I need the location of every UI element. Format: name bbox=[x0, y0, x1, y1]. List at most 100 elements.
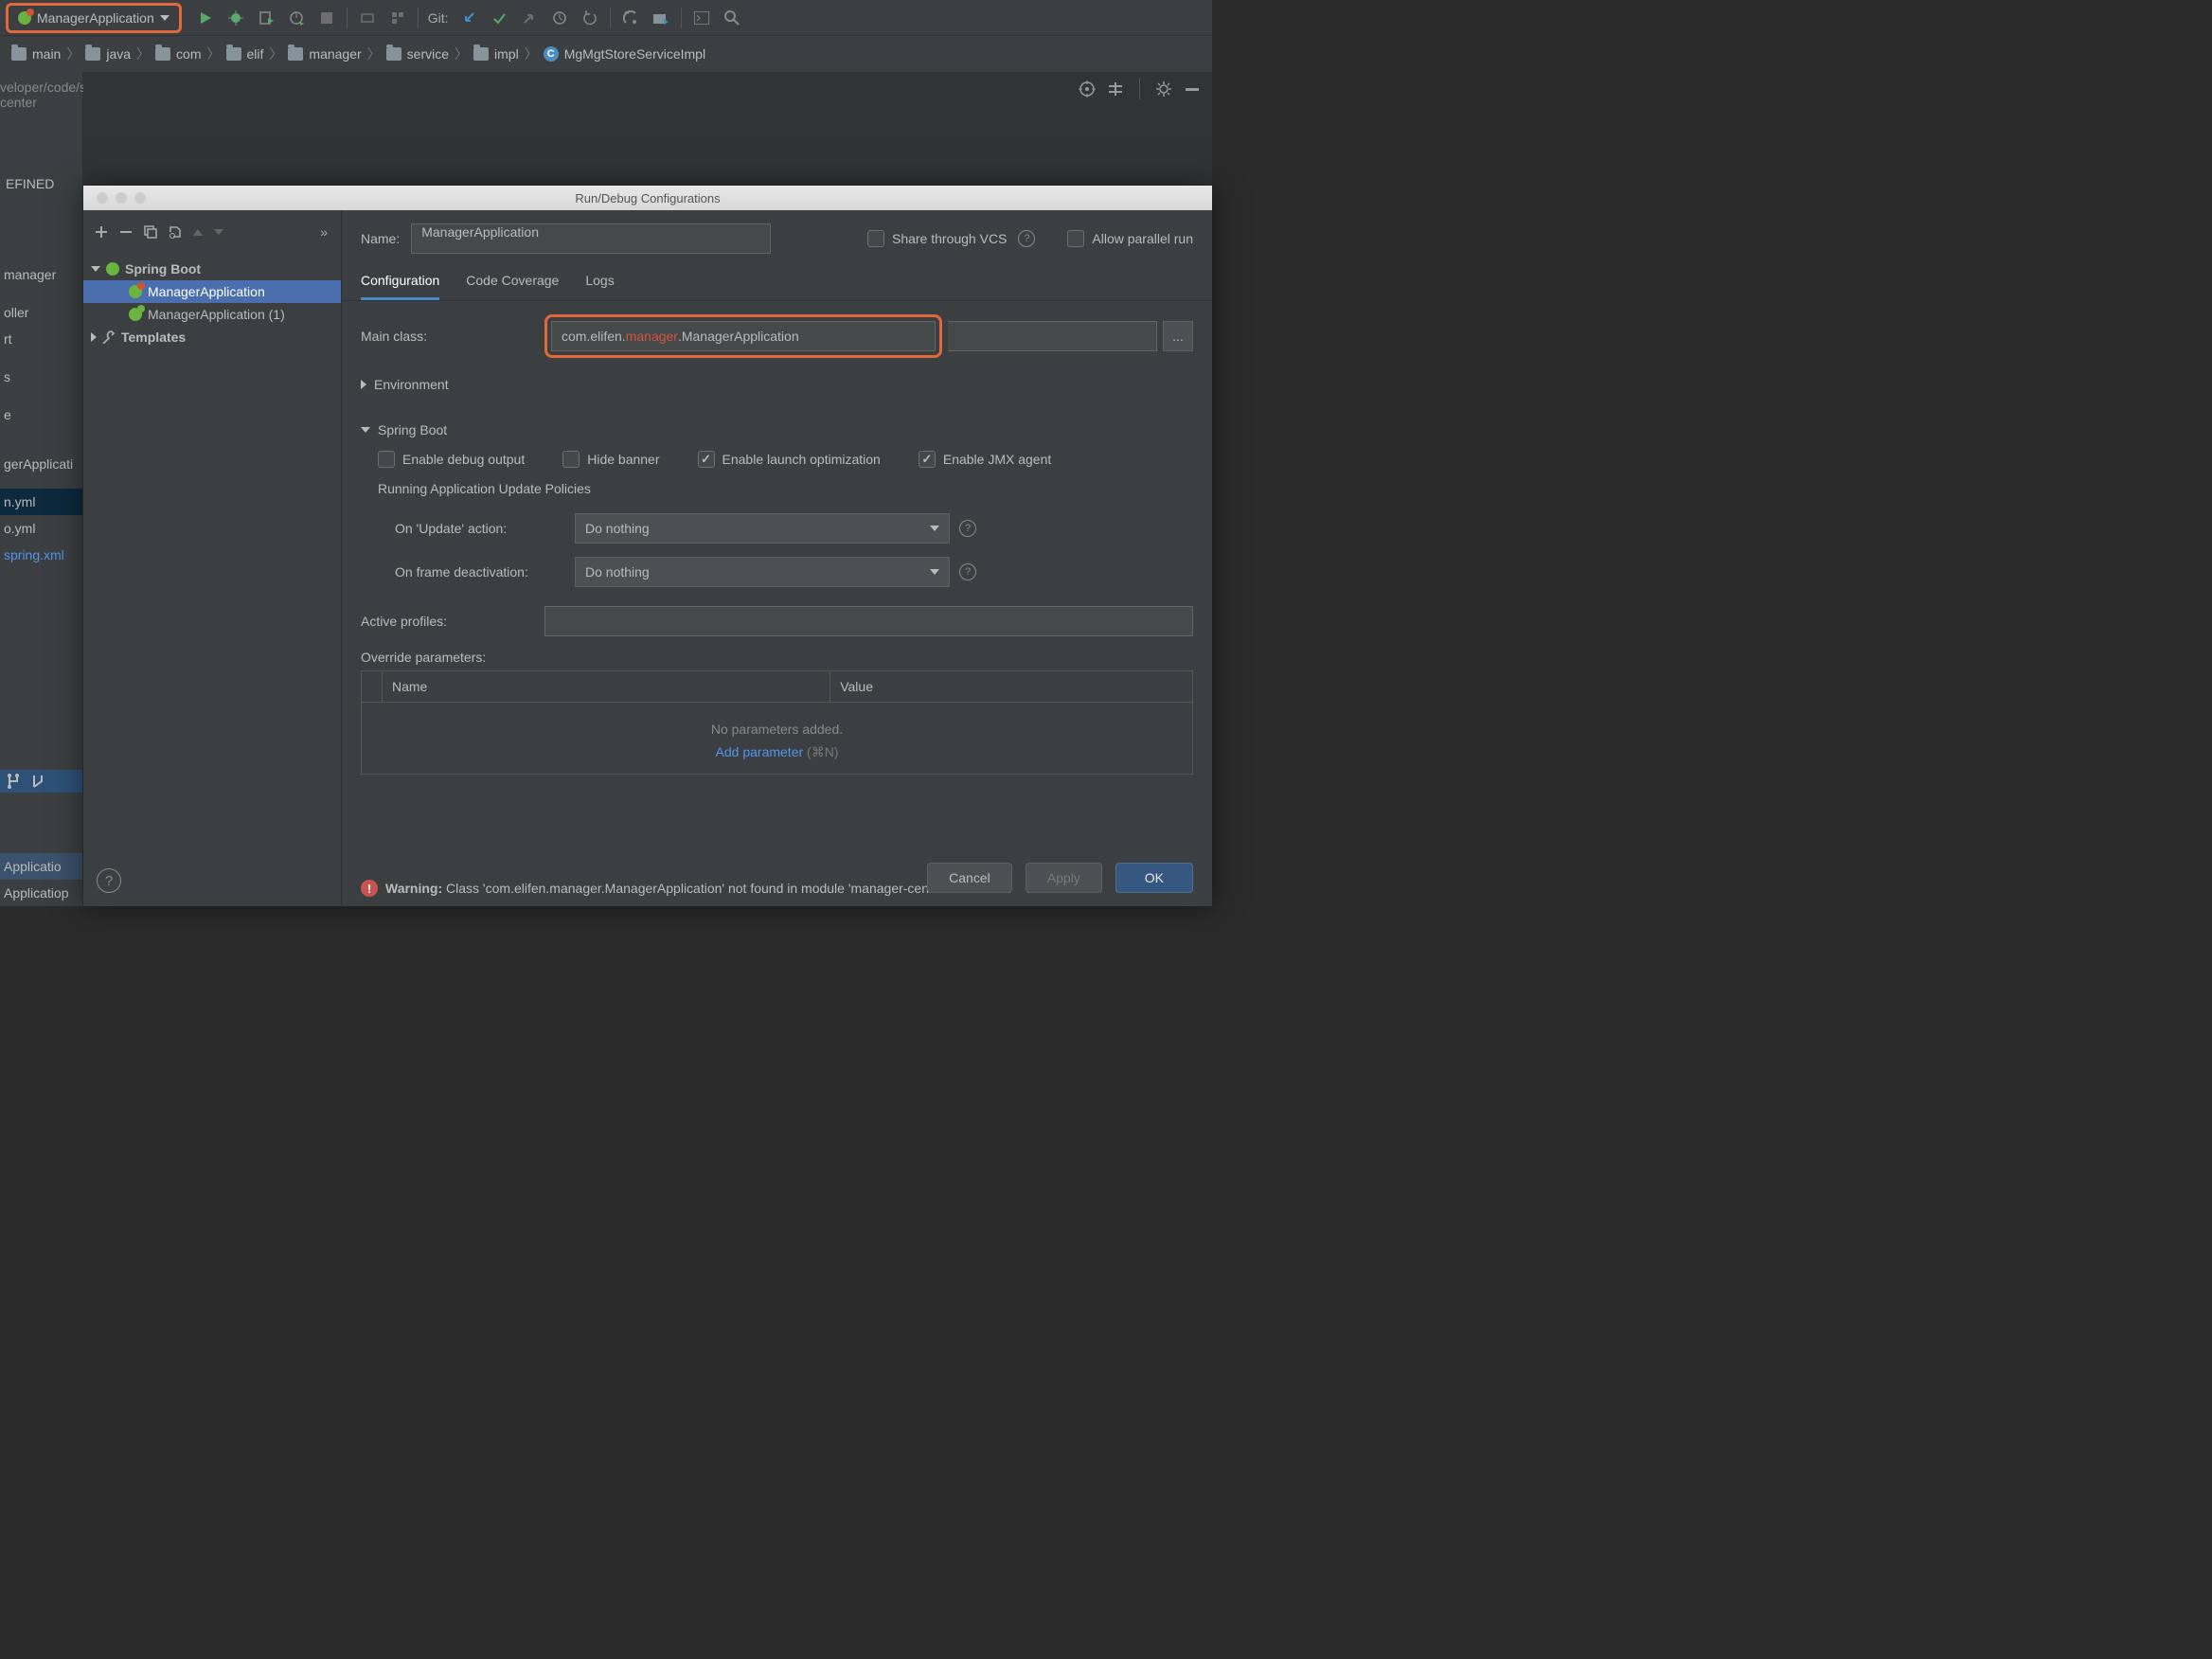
folder-icon bbox=[288, 47, 303, 61]
project-tree-item[interactable]: spring.xml bbox=[0, 542, 82, 568]
push-button[interactable] bbox=[515, 4, 544, 32]
zoom-window-icon[interactable] bbox=[134, 192, 146, 204]
services-button[interactable] bbox=[384, 4, 412, 32]
project-tree-item[interactable] bbox=[0, 439, 82, 451]
run-dashboard-item[interactable]: Applicatiop bbox=[0, 880, 82, 906]
add-parameter-link[interactable]: Add parameter bbox=[716, 744, 804, 759]
hide-banner-checkbox[interactable]: Hide banner bbox=[562, 451, 659, 468]
breadcrumb-item[interactable]: impl bbox=[468, 46, 525, 62]
spring-boot-err-icon bbox=[18, 11, 31, 25]
enable-debug-checkbox[interactable]: Enable debug output bbox=[378, 451, 525, 468]
remove-icon[interactable] bbox=[119, 225, 133, 239]
on-update-select[interactable]: Do nothing bbox=[575, 513, 950, 544]
tab-logs[interactable]: Logs bbox=[585, 263, 614, 300]
project-tree-item[interactable] bbox=[0, 390, 82, 401]
project-tree-item[interactable]: n.yml bbox=[0, 489, 82, 515]
update-project-button[interactable] bbox=[455, 4, 483, 32]
help-icon[interactable]: ? bbox=[1018, 230, 1035, 247]
dialog-title-bar[interactable]: Run/Debug Configurations bbox=[83, 186, 1212, 210]
on-frame-select[interactable]: Do nothing bbox=[575, 557, 950, 587]
run-anything-button[interactable] bbox=[687, 4, 716, 32]
breadcrumb-item[interactable]: com bbox=[150, 46, 206, 62]
config-tabs: Configuration Code Coverage Logs bbox=[342, 263, 1212, 301]
project-tree-item[interactable]: rt bbox=[0, 326, 82, 352]
profile-button[interactable] bbox=[282, 4, 311, 32]
navigation-bar: main〉java〉com〉elif〉manager〉service〉impl〉… bbox=[0, 36, 1212, 72]
main-class-input[interactable]: com.elifen.manager.ManagerApplication bbox=[551, 321, 936, 351]
project-path: veloper/code/sshy/manager-center bbox=[0, 72, 82, 110]
rollback-button[interactable] bbox=[576, 4, 604, 32]
project-tree-item[interactable] bbox=[0, 288, 82, 299]
expand-icon[interactable] bbox=[1107, 80, 1124, 98]
project-tree-item[interactable] bbox=[0, 428, 82, 439]
coverage-button[interactable] bbox=[252, 4, 280, 32]
breadcrumb-item[interactable]: CMgMgtStoreServiceImpl bbox=[538, 46, 711, 62]
stop-button[interactable] bbox=[312, 4, 341, 32]
debug-button[interactable] bbox=[222, 4, 250, 32]
config-tree-item[interactable]: ManagerApplication bbox=[83, 280, 341, 303]
project-tree-item[interactable]: o.yml bbox=[0, 515, 82, 542]
breadcrumb-item[interactable]: main bbox=[6, 46, 66, 62]
allow-parallel-checkbox[interactable]: Allow parallel run bbox=[1067, 230, 1193, 247]
launch-opt-checkbox[interactable]: Enable launch optimization bbox=[698, 451, 881, 468]
minimize-icon[interactable] bbox=[1184, 83, 1201, 95]
main-class-label: Main class: bbox=[361, 329, 539, 344]
cancel-button[interactable]: Cancel bbox=[927, 863, 1012, 893]
project-tree-item[interactable]: gerApplicati bbox=[0, 451, 82, 477]
search-everywhere-button[interactable] bbox=[718, 4, 746, 32]
project-tree-item[interactable]: e bbox=[0, 401, 82, 428]
add-icon[interactable] bbox=[95, 225, 108, 239]
branch-icon[interactable] bbox=[6, 774, 21, 789]
tab-code-coverage[interactable]: Code Coverage bbox=[466, 263, 559, 300]
move-up-icon[interactable] bbox=[193, 229, 203, 236]
browse-main-class-button[interactable]: ... bbox=[1163, 321, 1193, 351]
help-icon[interactable]: ? bbox=[959, 520, 976, 537]
run-config-selector[interactable]: ManagerApplication bbox=[6, 3, 182, 33]
jmx-checkbox[interactable]: Enable JMX agent bbox=[919, 451, 1051, 468]
commit-button[interactable] bbox=[485, 4, 513, 32]
folder-icon bbox=[226, 47, 241, 61]
settings-button[interactable] bbox=[616, 4, 645, 32]
apply-button[interactable]: Apply bbox=[1026, 863, 1102, 893]
active-profiles-label: Active profiles: bbox=[361, 614, 539, 629]
minimize-window-icon[interactable] bbox=[116, 192, 127, 204]
environment-section[interactable]: Environment bbox=[361, 371, 1193, 401]
active-profiles-input[interactable] bbox=[544, 606, 1193, 636]
copy-icon[interactable] bbox=[144, 225, 157, 239]
breadcrumb-item[interactable]: manager bbox=[282, 46, 366, 62]
help-icon[interactable]: ? bbox=[959, 563, 976, 580]
run-button[interactable] bbox=[191, 4, 220, 32]
help-icon[interactable]: ? bbox=[97, 868, 121, 893]
project-tree-item[interactable]: oller bbox=[0, 299, 82, 326]
project-structure-button[interactable] bbox=[647, 4, 675, 32]
project-tree-item[interactable]: s bbox=[0, 364, 82, 390]
chevron-down-icon bbox=[361, 427, 370, 433]
share-vcs-checkbox[interactable]: Share through VCS bbox=[867, 230, 1007, 247]
more-icon[interactable]: » bbox=[320, 224, 330, 240]
move-down-icon[interactable] bbox=[214, 229, 223, 235]
ok-button[interactable]: OK bbox=[1115, 863, 1193, 893]
spring-boot-node[interactable]: Spring Boot bbox=[83, 258, 341, 280]
save-template-icon[interactable] bbox=[169, 225, 182, 239]
run-dashboard-item[interactable]: Applicatio bbox=[0, 853, 82, 880]
templates-node[interactable]: Templates bbox=[83, 326, 341, 348]
tab-configuration[interactable]: Configuration bbox=[361, 263, 439, 300]
project-tree-item[interactable] bbox=[0, 477, 82, 489]
attach-button[interactable] bbox=[353, 4, 382, 32]
merge-icon[interactable] bbox=[30, 774, 45, 789]
project-tree-item[interactable] bbox=[0, 352, 82, 364]
name-input[interactable]: ManagerApplication bbox=[411, 223, 771, 254]
history-button[interactable] bbox=[545, 4, 574, 32]
target-icon[interactable] bbox=[1079, 80, 1096, 98]
gear-icon[interactable] bbox=[1155, 80, 1172, 98]
policies-label: Running Application Update Policies bbox=[361, 481, 1193, 496]
config-tree-item[interactable]: ManagerApplication (1) bbox=[83, 303, 341, 326]
breadcrumb-item[interactable]: service bbox=[381, 46, 455, 62]
breadcrumb-item[interactable]: elif bbox=[221, 46, 270, 62]
spring-boot-section[interactable]: Spring Boot bbox=[361, 417, 1193, 447]
folder-icon bbox=[11, 47, 27, 61]
collapse-icon bbox=[91, 332, 97, 342]
breadcrumb-item[interactable]: java bbox=[80, 46, 136, 62]
project-tree-item[interactable]: manager bbox=[0, 261, 82, 288]
close-icon[interactable] bbox=[97, 192, 108, 204]
